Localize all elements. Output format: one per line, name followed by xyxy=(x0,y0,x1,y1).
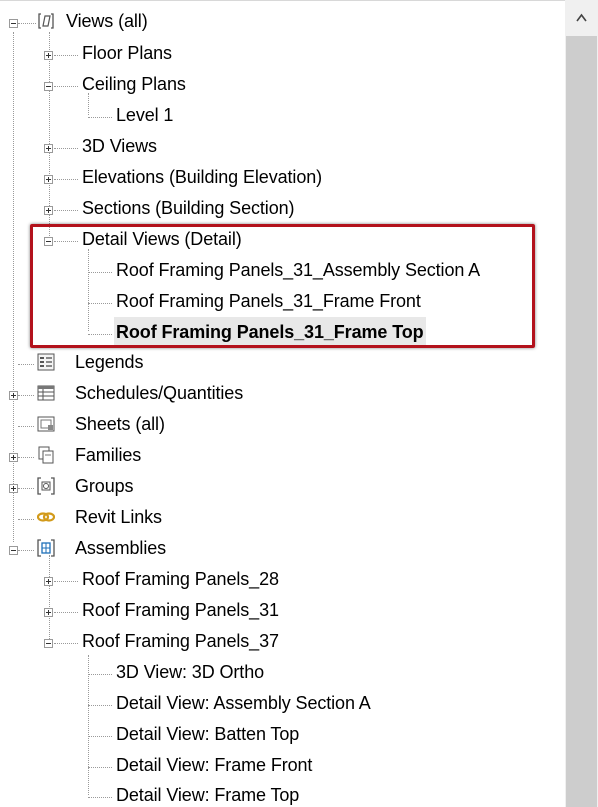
scroll-up-button[interactable] xyxy=(565,0,598,34)
collapse-toggle[interactable] xyxy=(9,19,18,28)
tree-node-schedules[interactable]: Schedules/Quantities xyxy=(0,378,560,408)
collapse-toggle[interactable] xyxy=(44,639,53,648)
legends-icon xyxy=(37,353,55,371)
tree-node-label: Roof Framing Panels_37 xyxy=(82,631,279,651)
tree-node-label: Families xyxy=(75,445,142,465)
tree-node-assemblies[interactable]: Assemblies xyxy=(0,533,560,563)
collapse-toggle[interactable] xyxy=(44,82,53,91)
project-browser: Views (all) Floor Plans Ceiling Plans Le… xyxy=(0,0,598,807)
scrollbar-thumb[interactable] xyxy=(566,36,597,807)
tree-node-label: Legends xyxy=(75,352,144,372)
tree-node-label: Sections (Building Section) xyxy=(82,198,295,218)
tree-node-label: Level 1 xyxy=(116,105,174,125)
expand-toggle[interactable] xyxy=(9,484,18,493)
project-tree: Views (all) Floor Plans Ceiling Plans Le… xyxy=(0,0,565,807)
tree-node-label: Schedules/Quantities xyxy=(75,383,244,403)
tree-node-elevations[interactable]: Elevations (Building Elevation) xyxy=(0,162,560,192)
tree-node-label: Elevations (Building Elevation) xyxy=(82,167,323,187)
expand-toggle[interactable] xyxy=(9,391,18,400)
groups-icon xyxy=(37,477,55,495)
tree-node-families[interactable]: Families xyxy=(0,440,560,470)
tree-node-label: Revit Links xyxy=(75,507,162,527)
expand-toggle[interactable] xyxy=(44,608,53,617)
tree-node-groups[interactable]: Groups xyxy=(0,471,560,501)
tree-node-floor-plans[interactable]: Floor Plans xyxy=(0,38,560,68)
expand-toggle[interactable] xyxy=(44,206,53,215)
tree-node-label: Detail View: Frame Front xyxy=(116,755,313,775)
schedules-icon xyxy=(37,385,55,401)
tree-node-label: 3D View: 3D Ortho xyxy=(116,662,265,682)
tree-node-label: Roof Framing Panels_28 xyxy=(82,569,279,589)
tree-node-views-all[interactable]: Views (all) xyxy=(0,6,560,36)
sheets-icon xyxy=(37,416,55,432)
tree-node-assembly-view[interactable]: Detail View: Frame Front xyxy=(0,750,560,780)
vertical-scrollbar[interactable] xyxy=(565,0,598,807)
tree-node-assembly[interactable]: Roof Framing Panels_28 xyxy=(0,564,560,594)
families-icon xyxy=(38,446,54,464)
tree-node-label: Sheets (all) xyxy=(75,414,165,434)
tree-node-label: Views (all) xyxy=(66,11,148,31)
tree-node-assembly-view[interactable]: Detail View: Frame Top xyxy=(0,780,560,807)
tree-node-label: Groups xyxy=(75,476,134,496)
tree-node-label: Assemblies xyxy=(75,538,167,558)
tree-node-label: Detail View: Batten Top xyxy=(116,724,300,744)
revit-links-icon xyxy=(37,512,55,522)
tree-node-sections[interactable]: Sections (Building Section) xyxy=(0,193,560,223)
collapse-toggle[interactable] xyxy=(9,546,18,555)
chevron-up-icon xyxy=(576,13,587,22)
tree-node-level-1[interactable]: Level 1 xyxy=(0,100,560,130)
tree-node-legends[interactable]: Legends xyxy=(0,347,560,377)
expand-toggle[interactable] xyxy=(44,577,53,586)
tree-node-sheets[interactable]: Sheets (all) xyxy=(0,409,560,439)
tree-node-label: Ceiling Plans xyxy=(82,74,186,94)
tree-node-label: 3D Views xyxy=(82,136,157,156)
tree-node-3d-views[interactable]: 3D Views xyxy=(0,131,560,161)
tree-node-assembly-view[interactable]: Detail View: Assembly Section A xyxy=(0,688,560,718)
assemblies-icon xyxy=(37,539,55,557)
expand-toggle[interactable] xyxy=(44,175,53,184)
tree-node-assembly[interactable]: Roof Framing Panels_37 xyxy=(0,626,560,656)
expand-toggle[interactable] xyxy=(44,51,53,60)
tree-node-revit-links[interactable]: Revit Links xyxy=(0,502,560,532)
tree-node-assembly-view[interactable]: 3D View: 3D Ortho xyxy=(0,657,560,687)
tree-node-label: Detail View: Assembly Section A xyxy=(116,693,371,713)
tree-node-assembly-view[interactable]: Detail View: Batten Top xyxy=(0,719,560,749)
tree-node-label: Detail View: Frame Top xyxy=(116,785,300,805)
expand-toggle[interactable] xyxy=(9,453,18,462)
tree-node-ceiling-plans[interactable]: Ceiling Plans xyxy=(0,69,560,99)
highlight-annotation-box xyxy=(30,224,535,348)
tree-node-label: Floor Plans xyxy=(82,43,172,63)
expand-toggle[interactable] xyxy=(44,144,53,153)
views-bracket-icon xyxy=(38,13,54,29)
tree-node-assembly[interactable]: Roof Framing Panels_31 xyxy=(0,595,560,625)
tree-node-label: Roof Framing Panels_31 xyxy=(82,600,279,620)
